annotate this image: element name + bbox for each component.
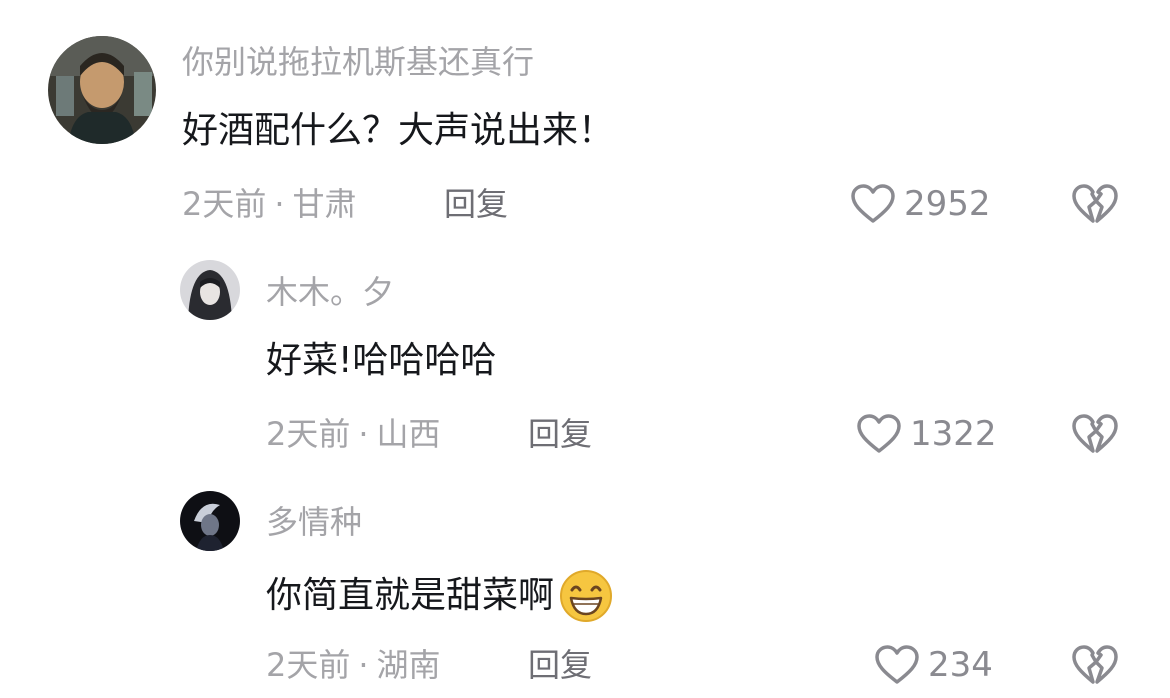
broken-heart-icon — [1072, 645, 1118, 684]
dislike-button[interactable] — [1072, 183, 1118, 225]
dislike-button[interactable] — [1072, 413, 1118, 455]
comment-meta: 2天前 · 山西 — [266, 414, 441, 454]
comment-text: 好菜!哈哈哈哈 — [266, 340, 497, 381]
comment-username[interactable]: 你别说拖拉机斯基还真行 — [182, 42, 534, 82]
like-button[interactable]: 1322 — [856, 413, 997, 455]
like-count: 1322 — [910, 414, 997, 454]
dislike-button[interactable] — [1072, 644, 1118, 686]
broken-heart-icon — [1072, 414, 1118, 453]
avatar[interactable] — [48, 36, 156, 144]
comment-location: 山西 — [376, 415, 441, 453]
dark-portrait-avatar-icon — [180, 491, 240, 551]
heart-icon — [875, 645, 919, 684]
avatar[interactable] — [180, 260, 240, 320]
meta-separator: · — [358, 415, 369, 453]
comment-time: 2天前 — [266, 415, 351, 453]
like-count: 234 — [928, 645, 993, 685]
avatar[interactable] — [180, 491, 240, 551]
hooded-figure-avatar-icon — [180, 260, 240, 320]
meta-separator: · — [358, 646, 369, 684]
comment-meta: 2天前 · 湖南 — [266, 645, 441, 685]
comment-text: 你简直就是甜菜啊 — [266, 568, 614, 624]
comment-location: 甘肃 — [292, 185, 357, 223]
grinning-smile-emoji-icon — [558, 568, 614, 624]
comment-text-content: 你简直就是甜菜啊 — [266, 575, 555, 616]
comment-time: 2天前 — [266, 646, 351, 684]
heart-icon — [851, 184, 895, 223]
comment-location: 湖南 — [376, 646, 441, 684]
reply-button[interactable]: 回复 — [528, 414, 592, 454]
like-button[interactable]: 234 — [874, 644, 993, 686]
reply-button[interactable]: 回复 — [444, 184, 508, 224]
comment-text: 好酒配什么？大声说出来！ — [182, 110, 615, 151]
comment-username[interactable]: 木木。夕 — [266, 272, 394, 312]
heart-icon — [857, 414, 901, 453]
reply-button[interactable]: 回复 — [528, 645, 592, 685]
meta-separator: · — [274, 185, 285, 223]
like-count: 2952 — [904, 184, 991, 224]
broken-heart-icon — [1072, 184, 1118, 223]
comment-meta: 2天前 · 甘肃 — [182, 184, 357, 224]
like-button[interactable]: 2952 — [850, 183, 991, 225]
comment-time: 2天前 — [182, 185, 267, 223]
comment-username[interactable]: 多情种 — [266, 502, 362, 542]
bearded-man-avatar-icon — [48, 36, 156, 144]
